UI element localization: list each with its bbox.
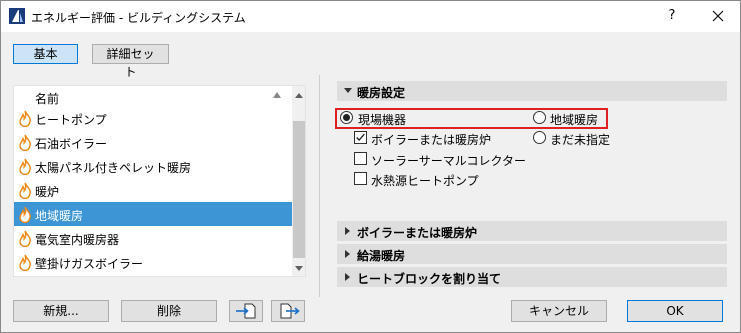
delete-button[interactable]: 削除 bbox=[121, 300, 217, 322]
list-item[interactable]: 地域暖房 bbox=[14, 202, 292, 226]
ok-button[interactable]: OK bbox=[627, 300, 723, 322]
radio-unspecified[interactable] bbox=[533, 131, 546, 144]
checkbox-solar-collector[interactable] bbox=[354, 152, 367, 165]
list-item[interactable]: 太陽パネル付きペレット暖房 bbox=[14, 154, 292, 178]
label-solar-collector: ソーラーサーマルコレクター bbox=[371, 154, 527, 168]
section-heat-block[interactable]: ヒートブロックを割り当て bbox=[337, 267, 727, 287]
list-item[interactable]: 壁掛けガスボイラー bbox=[14, 250, 292, 274]
list-header[interactable]: 名前 bbox=[14, 86, 292, 106]
cancel-button[interactable]: キャンセル bbox=[511, 300, 607, 322]
radio-selected-dot bbox=[343, 114, 350, 121]
radio-onsite-equipment[interactable] bbox=[340, 111, 353, 124]
section-title: 給湯暖房 bbox=[357, 249, 406, 263]
section-hot-water[interactable]: 給湯暖房 bbox=[337, 244, 727, 264]
label-district-heating: 地域暖房 bbox=[550, 113, 599, 127]
expanded-triangle-icon bbox=[344, 88, 352, 93]
list-item-label: 太陽パネル付きペレット暖房 bbox=[35, 161, 192, 175]
list-item-label: 石油ボイラー bbox=[35, 137, 108, 151]
help-button[interactable]: ? bbox=[661, 6, 683, 26]
tab-basic[interactable]: 基本 bbox=[13, 44, 78, 64]
list-item-label: 電気室内暖房器 bbox=[35, 233, 120, 247]
scroll-down-icon[interactable] bbox=[295, 266, 303, 271]
import-button[interactable] bbox=[229, 300, 263, 322]
scroll-up-icon[interactable] bbox=[295, 93, 303, 98]
label-onsite-equipment: 現場機器 bbox=[358, 113, 407, 127]
list-item-label: 暖炉 bbox=[35, 185, 60, 199]
flame-icon bbox=[19, 134, 31, 151]
sort-ascending-icon bbox=[273, 92, 281, 98]
section-title: 暖房設定 bbox=[357, 86, 406, 100]
section-heating-settings[interactable]: 暖房設定 bbox=[337, 81, 727, 101]
new-button[interactable]: 新規... bbox=[13, 300, 109, 322]
list-item[interactable]: 電気室内暖房器 bbox=[14, 226, 292, 250]
list-item[interactable]: 暖炉 bbox=[14, 178, 292, 202]
label-boiler: ボイラーまたは暖房炉 bbox=[371, 133, 492, 147]
export-button[interactable] bbox=[271, 300, 305, 322]
flame-icon bbox=[19, 230, 31, 247]
radio-district-heating[interactable] bbox=[533, 111, 546, 124]
window-title: エネルギー評価 - ビルディングシステム bbox=[31, 11, 246, 25]
archicad-app-icon bbox=[9, 8, 25, 24]
list-scrollbar[interactable] bbox=[292, 86, 305, 276]
flame-icon bbox=[19, 206, 31, 223]
list-item-label: 壁掛けガスボイラー bbox=[35, 257, 144, 271]
tab-detail-set[interactable]: 詳細セット bbox=[92, 44, 169, 79]
section-title: ボイラーまたは暖房炉 bbox=[357, 226, 478, 240]
flame-icon bbox=[19, 182, 31, 199]
heating-system-list: 名前 ヒートポンプ 石油ボイラー太陽パネル付きペレット暖房 暖炉地域暖房電気室内暖房… bbox=[13, 85, 306, 277]
import-icon bbox=[236, 303, 256, 319]
export-icon bbox=[280, 303, 300, 319]
flame-icon bbox=[19, 158, 31, 175]
section-boiler[interactable]: ボイラーまたは暖房炉 bbox=[337, 221, 727, 241]
collapsed-triangle-icon bbox=[345, 227, 350, 235]
collapsed-triangle-icon bbox=[345, 250, 350, 258]
collapsed-triangle-icon bbox=[345, 273, 350, 281]
label-water-heat-pump: 水熱源ヒートポンプ bbox=[371, 174, 479, 188]
flame-icon bbox=[19, 254, 31, 271]
list-item-label: 地域暖房 bbox=[35, 209, 84, 223]
checkbox-water-heat-pump[interactable] bbox=[354, 172, 367, 185]
checkmark-icon bbox=[356, 133, 365, 142]
dialog-window: エネルギー評価 - ビルディングシステム ? 基本 詳細セット 名前 ヒートポン… bbox=[0, 0, 741, 333]
scroll-thumb[interactable] bbox=[293, 121, 305, 258]
label-unspecified: まだ未指定 bbox=[550, 133, 611, 147]
section-title: ヒートブロックを割り当て bbox=[357, 272, 502, 286]
list-item[interactable]: 石油ボイラー bbox=[14, 130, 292, 154]
list-header-name: 名前 bbox=[35, 92, 60, 106]
tab-bar: 基本 詳細セット bbox=[13, 44, 169, 79]
list-item[interactable]: ヒートポンプ bbox=[14, 106, 292, 130]
close-icon[interactable] bbox=[707, 6, 729, 26]
title-bar: エネルギー評価 - ビルディングシステム ? bbox=[1, 1, 740, 32]
checkbox-boiler[interactable] bbox=[354, 131, 367, 144]
list-item-label: ヒートポンプ bbox=[35, 113, 107, 127]
panel-divider bbox=[319, 75, 320, 297]
flame-icon bbox=[19, 110, 31, 127]
